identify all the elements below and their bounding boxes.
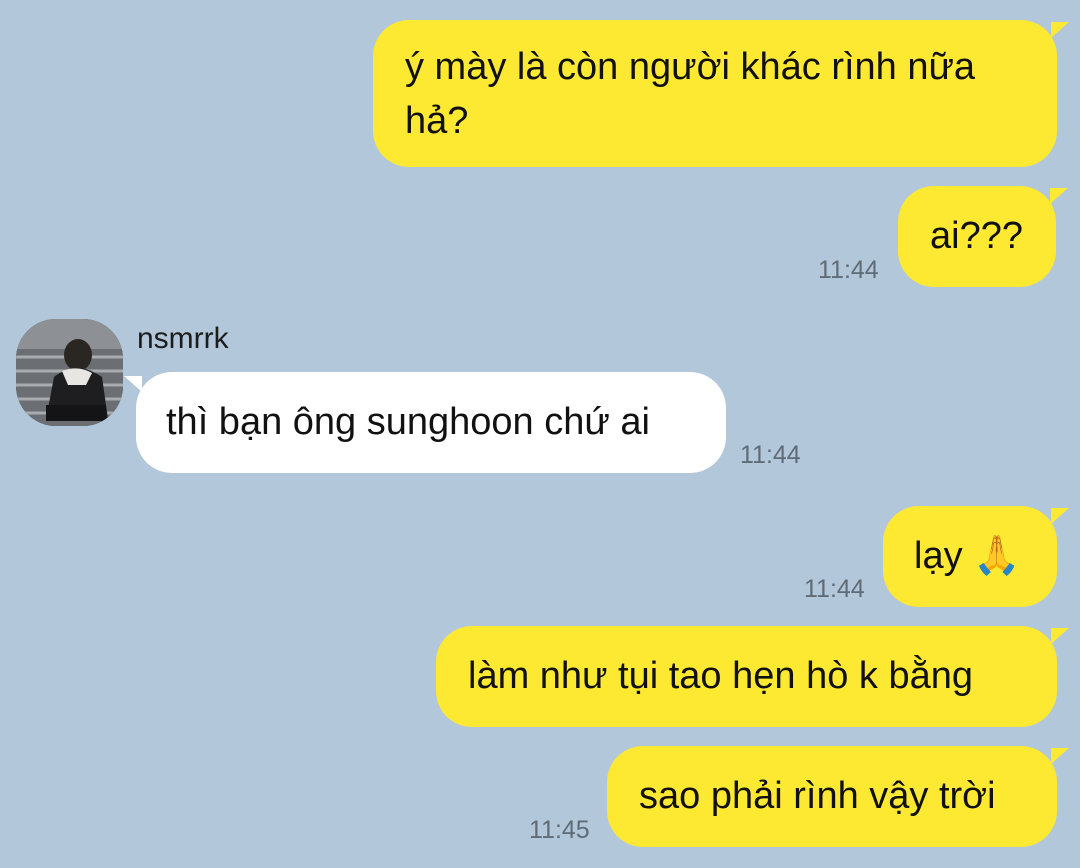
message-timestamp: 11:45	[529, 816, 590, 844]
message-text: ý mày là còn người khác rình nữa hả?	[405, 46, 976, 142]
sender-avatar[interactable]	[16, 319, 123, 426]
incoming-message[interactable]: thì bạn ông sunghoon chứ ai	[124, 372, 726, 473]
outgoing-message[interactable]: ý mày là còn người khác rình nữa hả?	[373, 20, 1069, 167]
outgoing-message[interactable]: lạy 🙏	[883, 506, 1069, 607]
message-timestamp: 11:44	[818, 256, 879, 284]
message-timestamp: 11:44	[740, 441, 801, 469]
sender-name: nsmrrk	[137, 322, 229, 355]
message-text: ai???	[930, 215, 1023, 257]
message-text: lạy 🙏	[914, 535, 1021, 577]
outgoing-message[interactable]: làm như tụi tao hẹn hò k bằng	[436, 626, 1069, 727]
message-timestamp: 11:44	[804, 575, 865, 603]
outgoing-message[interactable]: ai???	[898, 186, 1068, 287]
message-text: thì bạn ông sunghoon chứ ai	[166, 401, 650, 443]
chat-view: ý mày là còn người khác rình nữa hả? ai?…	[0, 0, 1080, 868]
outgoing-message[interactable]: sao phải rình vậy trời	[607, 746, 1069, 847]
avatar-photo-icon	[16, 319, 123, 426]
message-text: sao phải rình vậy trời	[639, 775, 996, 817]
message-text: làm như tụi tao hẹn hò k bằng	[468, 655, 974, 697]
